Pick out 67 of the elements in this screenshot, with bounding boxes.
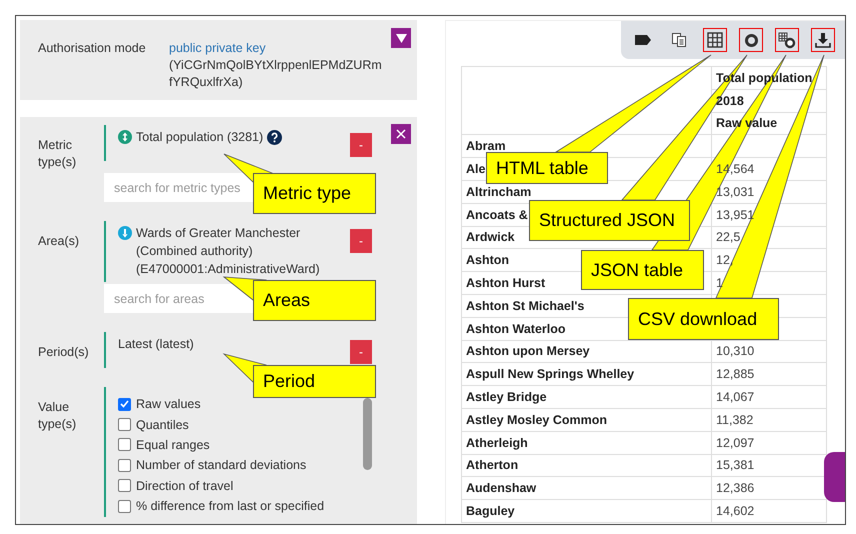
close-button[interactable] bbox=[391, 124, 411, 144]
table-cell: 15,381 bbox=[716, 458, 754, 472]
row-header: Audenshaw bbox=[462, 476, 712, 500]
ring-icon bbox=[744, 32, 758, 48]
help-icon[interactable] bbox=[267, 130, 282, 145]
table-cell: 22,5 bbox=[716, 230, 740, 244]
checkbox-label[interactable]: Quantiles bbox=[136, 418, 189, 432]
row-header: Astley Bridge bbox=[462, 386, 712, 408]
close-icon bbox=[396, 129, 406, 139]
table-cell: 12,885 bbox=[716, 367, 754, 382]
checkbox[interactable] bbox=[118, 458, 131, 472]
row-header: Atherton bbox=[462, 454, 712, 477]
table-cell: 12, bbox=[716, 253, 734, 268]
key-value: (YiCGrNmQolBYtXlrppenlEPMdZURmfYRQuxlfrXa) bbox=[169, 57, 383, 91]
selected-value: Latest (latest) bbox=[118, 336, 194, 353]
tag-icon bbox=[634, 34, 652, 46]
scrollbar[interactable] bbox=[363, 398, 372, 470]
sort-icon bbox=[118, 130, 132, 144]
row-header: Baguley bbox=[462, 500, 712, 522]
chat-button[interactable] bbox=[824, 452, 845, 502]
table-cell: 12,097 bbox=[716, 436, 754, 450]
table-cell: 10,310 bbox=[716, 344, 754, 358]
checkbox[interactable] bbox=[118, 398, 131, 411]
row-header: Aspull New Springs Whelley bbox=[462, 362, 712, 386]
selected-value: Total population (3281) bbox=[136, 129, 264, 146]
remove-button[interactable]: - bbox=[350, 133, 372, 157]
selected-value: Wards of Greater Manchester (Combined authority) (E47000001:AdministrativeWard) bbox=[136, 225, 321, 278]
checkbox[interactable] bbox=[118, 479, 131, 492]
checkbox-label[interactable]: Equal ranges bbox=[136, 438, 210, 452]
table-cell: 14,067 bbox=[716, 390, 754, 404]
callout-label: HTML table bbox=[486, 152, 608, 184]
table-cell: 11,382 bbox=[716, 412, 754, 427]
grid-ring-icon bbox=[778, 32, 796, 48]
checkbox[interactable] bbox=[118, 438, 131, 452]
toolbar-button[interactable] bbox=[739, 28, 763, 52]
column-header: 2018 bbox=[716, 94, 744, 108]
download-icon bbox=[815, 32, 831, 48]
remove-button[interactable]: - bbox=[350, 229, 372, 253]
auth-mode-value: public private key bbox=[169, 40, 267, 57]
toolbar-button[interactable] bbox=[811, 28, 835, 52]
grid-icon bbox=[707, 32, 723, 48]
field-label: Period(s) bbox=[37, 344, 88, 361]
collapse-button[interactable] bbox=[391, 28, 411, 48]
table-cell: 12,386 bbox=[716, 481, 754, 496]
toolbar-button[interactable] bbox=[775, 28, 799, 52]
checkbox-label[interactable]: % difference from last or specified bbox=[136, 499, 324, 514]
caret-icon bbox=[396, 34, 406, 42]
copy-icon bbox=[671, 32, 687, 48]
row-header: Atherleigh bbox=[462, 431, 712, 454]
toolbar-button[interactable] bbox=[703, 28, 727, 52]
field-label: Area(s) bbox=[37, 233, 80, 250]
callout-label: Structured JSON bbox=[529, 200, 690, 241]
checkbox-label[interactable]: Direction of travel bbox=[136, 478, 234, 493]
table-cell: 1 bbox=[716, 276, 723, 290]
field-label: Authorisation mode bbox=[38, 41, 147, 57]
checkbox[interactable] bbox=[118, 418, 131, 432]
remove-button[interactable]: - bbox=[350, 340, 372, 364]
checkbox-label[interactable]: Number of standard deviations bbox=[136, 458, 306, 472]
row-header: Astley Mosley Common bbox=[462, 408, 712, 432]
callout-label: CSV download bbox=[628, 298, 779, 340]
checkbox[interactable] bbox=[118, 500, 131, 513]
callout-label: Metric type bbox=[253, 173, 376, 214]
table-cell: 14,602 bbox=[716, 504, 754, 518]
field-label: Metric type(s) bbox=[37, 137, 78, 171]
field-label: Value type(s) bbox=[37, 399, 78, 433]
table-cell: 13,031 bbox=[716, 184, 754, 199]
checkbox-label[interactable]: Raw values bbox=[136, 397, 201, 412]
